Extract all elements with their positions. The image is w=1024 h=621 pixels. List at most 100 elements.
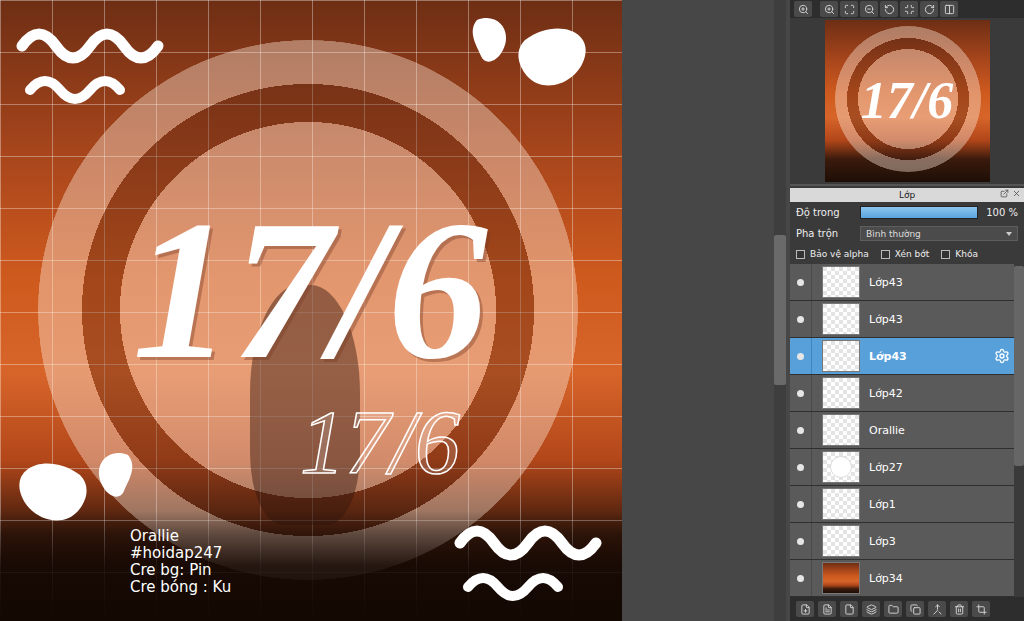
canvas[interactable]: 17/617/6Orallie#hoidap247Cre bg: PinCre … (0, 0, 622, 621)
visibility-toggle[interactable] (790, 412, 812, 448)
layer-tool-button[interactable] (862, 601, 880, 617)
app-window: 17/617/6Orallie#hoidap247Cre bg: PinCre … (0, 0, 1024, 621)
layer-settings[interactable] (994, 348, 1010, 364)
visibility-toggle[interactable] (790, 560, 812, 596)
blend-select[interactable]: Bình thường (860, 226, 1018, 241)
caret-icon (1006, 232, 1012, 236)
side-panel: 17/6 Lớp Độ trong100 % Pha trộn Bình thường B… (790, 0, 1024, 621)
visibility-toggle[interactable] (790, 523, 812, 559)
eye-icon (797, 538, 804, 545)
scroll-thumb[interactable] (774, 235, 786, 385)
layer-thumbnail (822, 266, 860, 298)
eye-icon (797, 390, 804, 397)
layer-thumbnail (822, 414, 860, 446)
grass (0, 511, 622, 621)
workspace-gutter (622, 0, 790, 621)
layer-thumbnail (822, 488, 860, 520)
layer-tool-icon (866, 604, 877, 615)
layer-thumbnail (822, 451, 860, 483)
option-checkbox[interactable]: Xén bớt (881, 249, 930, 259)
layer-row[interactable]: Lớp1 (790, 486, 1014, 522)
canvas-subtitle: 17/6 (300, 398, 460, 488)
layer-tool-icon (800, 604, 811, 615)
eye-icon (797, 575, 804, 582)
tool-icon (884, 4, 895, 15)
layers-header: Lớp (790, 188, 1024, 202)
layer-tool-button[interactable] (928, 601, 946, 617)
layer-toolbar (790, 597, 1024, 621)
visibility-toggle[interactable] (790, 375, 812, 411)
credit-line: #hoidap247 (130, 545, 231, 562)
tool-button[interactable] (794, 1, 812, 17)
eye-icon (797, 353, 804, 360)
option-checkbox[interactable]: Khóa (941, 249, 978, 259)
scroll-thumb[interactable] (1014, 266, 1024, 466)
layer-tool-icon (954, 604, 965, 615)
navigator-toolbar (790, 0, 1024, 18)
layer-tool-button[interactable] (796, 601, 814, 617)
layer-row[interactable]: Lớp43 (790, 301, 1014, 337)
layer-scrollbar[interactable] (1014, 264, 1024, 597)
layer-row[interactable]: Lớp43 (790, 264, 1014, 300)
opacity-reading: 100 % (986, 207, 1018, 218)
layer-thumbnail (822, 377, 860, 409)
layer-thumbnail (822, 525, 860, 557)
layer-name: Lớp34 (869, 572, 1014, 585)
layer-tool-icon (822, 604, 833, 615)
crop-icon (976, 604, 987, 615)
blend-row: Pha trộn Bình thường (790, 223, 1024, 244)
visibility-toggle[interactable] (790, 486, 812, 522)
squiggle-top-left (12, 18, 172, 108)
eye-icon (797, 501, 804, 508)
checkbox-box[interactable] (941, 250, 950, 259)
layer-name: Lớp42 (869, 387, 1014, 400)
layers-title: Lớp (899, 190, 915, 200)
crop-button[interactable] (972, 601, 990, 617)
layer-row[interactable]: Lớp43 (790, 338, 1014, 374)
layer-row[interactable]: Lớp27 (790, 449, 1014, 485)
layer-tool-button[interactable] (884, 601, 902, 617)
layer-tool-icon (888, 604, 899, 615)
layer-row[interactable]: Lớp3 (790, 523, 1014, 559)
layer-list: Lớp43Lớp43Lớp43Lớp42OrallieLớp27Lớp1Lớp3… (790, 264, 1014, 597)
checkbox-box[interactable] (796, 250, 805, 259)
layer-thumbnail (822, 562, 860, 594)
layer-tool-button[interactable] (906, 601, 924, 617)
layer-tool-button[interactable] (950, 601, 968, 617)
navigator-preview[interactable]: 17/6 (825, 20, 990, 182)
tool-button[interactable] (900, 1, 918, 17)
checkbox-box[interactable] (881, 250, 890, 259)
opacity-slider[interactable] (860, 206, 978, 219)
visibility-toggle[interactable] (790, 449, 812, 485)
blend-label: Pha trộn (796, 228, 852, 239)
layer-thumbnail (822, 340, 860, 372)
vertical-scrollbar[interactable] (774, 0, 786, 621)
tool-icon (904, 4, 915, 15)
eye-icon (797, 316, 804, 323)
layer-name: Orallie (869, 424, 1014, 437)
tool-button[interactable] (880, 1, 898, 17)
layer-row[interactable]: Orallie (790, 412, 1014, 448)
layer-tool-button[interactable] (818, 601, 836, 617)
drops-bottom-left (10, 445, 140, 555)
tool-button[interactable] (820, 1, 838, 17)
tool-button[interactable] (940, 1, 958, 17)
layer-tool-icon (844, 604, 855, 615)
close-icon[interactable] (1012, 189, 1021, 198)
visibility-toggle[interactable] (790, 338, 812, 374)
squiggle-bottom-right (450, 515, 610, 605)
layer-tool-button[interactable] (840, 601, 858, 617)
tool-button[interactable] (860, 1, 878, 17)
layer-row[interactable]: Lớp42 (790, 375, 1014, 411)
tool-icon (924, 4, 935, 15)
visibility-toggle[interactable] (790, 264, 812, 300)
popout-icon[interactable] (1000, 189, 1009, 198)
eye-icon (797, 427, 804, 434)
tool-button[interactable] (920, 1, 938, 17)
layer-thumbnail (822, 303, 860, 335)
layer-row[interactable]: Lớp34 (790, 560, 1014, 596)
tool-button[interactable] (840, 1, 858, 17)
option-checkbox[interactable]: Bảo vệ alpha (796, 249, 869, 259)
visibility-toggle[interactable] (790, 301, 812, 337)
opacity-row: Độ trong100 % (790, 202, 1024, 223)
